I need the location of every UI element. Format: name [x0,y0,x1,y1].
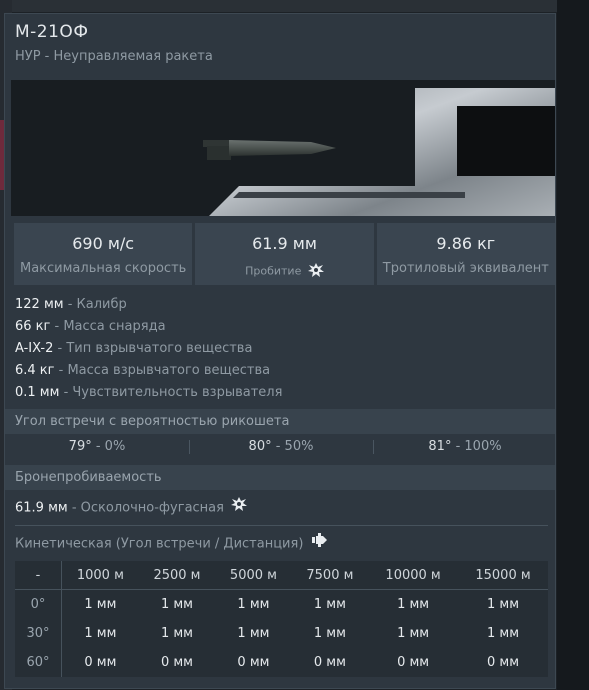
he-penetration-row: 61.9 мм - Осколочно-фугасная [15,497,248,519]
stat-label-wrap: Пробитие [195,263,373,280]
table-header-cell: 10000 м [368,561,459,590]
table-cell: 0 мм [84,655,117,670]
table-cell: 0 мм [160,655,193,670]
table-corner: - [15,561,62,590]
table-header-cell: 5000 м [215,561,292,590]
table-angle-cell: 0° [15,589,62,619]
table-row: 0° 1 мм 1 мм 1 мм 1 мм 1 мм 1 мм [15,589,548,619]
table-cell: 1 мм [313,626,346,641]
stat-label: Тротиловый эквивалент [382,261,549,276]
table-cell: 1 мм [160,626,193,641]
properties-list: 122 мм - Калибр 66 кг - Масса снаряда A-… [15,294,282,404]
shell-subtitle: НУР - Неуправляемая ракета [15,49,213,64]
divider [15,525,548,526]
table-cell: 1 мм [160,597,193,612]
stat-tnt-equivalent: 9.86 кг Тротиловый эквивалент [376,223,555,285]
stat-max-speed: 690 м/с Максимальная скорость [14,223,193,285]
table-cell: 0 мм [237,655,270,670]
prop-caliber: 122 мм - Калибр [15,297,127,312]
table-cell: 1 мм [313,597,346,612]
table-header-row: - 1000 м 2500 м 5000 м 7500 м 10000 м 15… [15,561,548,590]
stat-value: 690 м/с [72,234,135,253]
stat-value: 61.9 мм [252,234,317,253]
shell-icon [311,533,327,555]
background-right [557,0,589,690]
kinetic-header: Кинетическая (Угол встречи / Дистанция) [15,533,327,555]
ricochet-cell: 81° - 100% [373,435,555,459]
penetration-section-header: Бронепробиваемость [5,465,555,490]
shell-title: М-21ОФ [15,22,89,42]
table-cell: 0 мм [313,655,346,670]
ricochet-section-header: Угол встречи с вероятностью рикошета [5,409,555,434]
table-row: 60° 0 мм 0 мм 0 мм 0 мм 0 мм 0 мм [15,648,548,677]
table-cell: 1 мм [84,597,117,612]
stat-label: Максимальная скорость [19,261,187,276]
ricochet-row: 79° - 0% 80° - 50% 81° - 100% [5,435,555,459]
he-penetration-value: 61.9 мм [15,500,68,516]
prop-explosive-mass: 6.4 кг - Масса взрывчатого вещества [15,363,271,378]
stat-value: 9.86 кг [436,234,496,253]
table-cell: 1 мм [397,597,430,612]
table-cell: 0 мм [487,655,520,670]
kinetic-penetration-table: - 1000 м 2500 м 5000 м 7500 м 10000 м 15… [15,561,548,677]
table-header-cell: 1000 м [61,561,139,590]
explosion-icon [231,497,248,519]
shell-preview-image [11,80,555,216]
table-cell: 1 мм [487,626,520,641]
table-cell: 1 мм [237,597,270,612]
stats-row: 690 м/с Максимальная скорость 61.9 мм Пр… [14,223,555,285]
table-cell: 1 мм [237,626,270,641]
table-header-cell: 15000 м [458,561,548,590]
shell-info-panel: М-21ОФ НУР - Неуправляемая ракета 690 м/… [4,13,556,689]
stat-label: Пробитие [245,264,302,278]
table-header-cell: 2500 м [138,561,216,590]
ricochet-cell: 80° - 50% [189,435,373,459]
prop-explosive-type: A-IX-2 - Тип взрывчатого вещества [15,341,253,356]
table-cell: 1 мм [487,597,520,612]
prop-fuse-sensitivity: 0.1 мм - Чувствительность взрывателя [15,385,283,400]
table-cell: 0 мм [397,655,430,670]
table-angle-cell: 60° [15,648,62,677]
table-cell: 1 мм [84,626,117,641]
stat-penetration: 61.9 мм Пробитие [195,223,374,285]
table-header-cell: 7500 м [291,561,369,590]
ricochet-cell: 79° - 0% [68,439,126,454]
rocket-armor-illustration [11,80,555,216]
he-penetration-label: - Осколочно-фугасная [67,500,224,516]
table-angle-cell: 30° [15,619,62,648]
background-top [0,0,589,12]
prop-shell-mass: 66 кг - Масса снаряда [15,319,166,334]
table-cell: 1 мм [397,626,430,641]
table-row: 30° 1 мм 1 мм 1 мм 1 мм 1 мм 1 мм [15,619,548,648]
explosion-icon [307,263,324,280]
